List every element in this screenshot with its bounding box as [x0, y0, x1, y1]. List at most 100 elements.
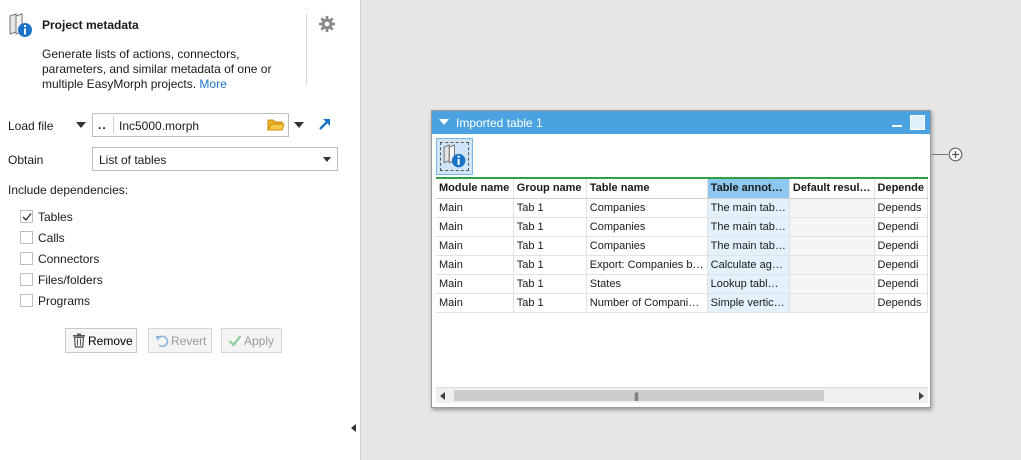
file-input-separator — [113, 116, 114, 134]
table-row[interactable]: Main Tab 1 Number of Compani… Simple ver… — [436, 293, 928, 313]
table-cell[interactable]: Main — [436, 236, 514, 256]
minimize-icon[interactable] — [890, 115, 904, 129]
add-step-plus-icon[interactable] — [948, 147, 963, 162]
table-cell[interactable] — [789, 274, 875, 294]
data-grid[interactable]: Module name Group name Table name Table … — [436, 179, 928, 387]
checkbox-box[interactable] — [20, 294, 33, 307]
table-cell[interactable]: The main tab… — [707, 217, 790, 237]
table-cell[interactable]: Dependi — [874, 217, 928, 237]
table-cell[interactable]: Tab 1 — [513, 293, 587, 313]
go-to-file-arrow-icon[interactable] — [318, 117, 332, 131]
column-header-selected[interactable]: Table annot… — [707, 179, 790, 199]
file-name-value[interactable]: Inc5000.morph — [119, 119, 199, 133]
checkbox-label: Programs — [38, 294, 91, 308]
table-cell[interactable]: Calculate ag… — [707, 255, 790, 275]
more-link[interactable]: More — [199, 77, 226, 91]
remove-button-label: Remove — [88, 334, 133, 348]
checkbox-box[interactable] — [20, 252, 33, 265]
include-dependencies-label: Include dependencies: — [8, 183, 129, 197]
table-cell[interactable]: Dependi — [874, 274, 928, 294]
checkmark-icon — [22, 213, 32, 222]
gear-icon[interactable] — [318, 15, 336, 33]
column-header[interactable]: Depende — [874, 179, 928, 199]
column-header[interactable]: Default resul… — [789, 179, 875, 199]
scrollbar-thumb[interactable]: ||| — [454, 390, 824, 401]
collapse-caret-icon[interactable] — [439, 119, 449, 125]
load-file-input[interactable]: .. Inc5000.morph — [92, 113, 289, 137]
checkbox-box[interactable] — [20, 210, 33, 223]
revert-button-label: Revert — [171, 334, 207, 348]
table-row[interactable]: Main Tab 1 Export: Companies b… Calculat… — [436, 255, 928, 275]
table-cell[interactable]: Dependi — [874, 236, 928, 256]
obtain-selected-value: List of tables — [99, 153, 167, 167]
table-cell[interactable]: Tab 1 — [513, 217, 587, 237]
table-cell[interactable]: Main — [436, 274, 514, 294]
table-cell[interactable]: Main — [436, 217, 514, 237]
scroll-left-arrow-icon[interactable] — [440, 392, 445, 400]
table-cell[interactable]: Simple vertic… — [707, 293, 790, 313]
checkbox-box[interactable] — [20, 231, 33, 244]
load-file-mode-dropdown-icon[interactable] — [76, 122, 86, 128]
action-settings-panel: Project metadata Generate lists of actio… — [0, 0, 361, 460]
obtain-select[interactable]: List of tables — [92, 147, 338, 171]
table-cell[interactable]: Companies — [586, 217, 708, 237]
revert-button[interactable]: Revert — [148, 328, 212, 353]
project-metadata-icon — [443, 144, 466, 168]
table-cell[interactable] — [789, 236, 875, 256]
table-cell[interactable] — [789, 293, 875, 313]
table-cell[interactable]: Tab 1 — [513, 198, 587, 218]
project-metadata-step-icon[interactable] — [436, 138, 473, 175]
table-cell[interactable]: Main — [436, 255, 514, 275]
table-cell[interactable] — [789, 198, 875, 218]
checkbox-label: Calls — [38, 231, 65, 245]
scroll-right-arrow-icon[interactable] — [919, 392, 924, 400]
table-cell[interactable]: Export: Companies b… — [586, 255, 708, 275]
result-table: Module name Group name Table name Table … — [436, 179, 928, 313]
table-cell[interactable]: Tab 1 — [513, 236, 587, 256]
table-cell[interactable] — [789, 255, 875, 275]
checkmark-icon — [228, 335, 242, 347]
panel-title: Project metadata — [42, 18, 139, 32]
column-header[interactable]: Table name — [586, 179, 708, 199]
table-cell[interactable]: Lookup tabl… — [707, 274, 790, 294]
table-row[interactable]: Main Tab 1 Companies The main tab… Depen… — [436, 217, 928, 237]
checkbox-box[interactable] — [20, 273, 33, 286]
table-cell[interactable] — [789, 217, 875, 237]
table-cell[interactable]: Tab 1 — [513, 255, 587, 275]
column-header[interactable]: Module name — [436, 179, 514, 199]
table-cell[interactable]: Companies — [586, 236, 708, 256]
table-cell[interactable]: States — [586, 274, 708, 294]
column-header[interactable]: Group name — [513, 179, 587, 199]
table-window-titlebar[interactable]: Imported table 1 — [432, 111, 930, 134]
remove-button[interactable]: Remove — [65, 328, 137, 353]
maximize-icon[interactable] — [910, 115, 925, 130]
apply-button[interactable]: Apply — [221, 328, 282, 353]
table-cell[interactable]: Main — [436, 198, 514, 218]
collapse-panel-arrow-icon[interactable] — [351, 424, 356, 432]
folder-open-icon[interactable] — [267, 117, 285, 133]
table-cell[interactable]: Dependi — [874, 255, 928, 275]
table-row[interactable]: Main Tab 1 States Lookup tabl… Dependi — [436, 274, 928, 294]
table-cell[interactable]: Tab 1 — [513, 274, 587, 294]
table-row[interactable]: Main Tab 1 Companies The main tab… Depen… — [436, 236, 928, 256]
imported-table-window[interactable]: Imported table 1 Module name Group name … — [431, 110, 931, 408]
load-file-options-dropdown-icon[interactable] — [294, 122, 304, 128]
table-cell[interactable]: Depends — [874, 293, 928, 313]
horizontal-scrollbar[interactable]: ||| — [436, 387, 928, 403]
table-cell[interactable]: Companies — [586, 198, 708, 218]
obtain-label: Obtain — [8, 153, 44, 167]
path-mode-indicator[interactable]: .. — [98, 118, 107, 132]
step-selection-frame — [440, 142, 469, 171]
scrollbar-grip: ||| — [634, 391, 639, 401]
undo-icon — [155, 335, 169, 348]
table-cell[interactable]: The main tab… — [707, 236, 790, 256]
output-connector-line — [932, 154, 948, 155]
table-cell[interactable]: Depends — [874, 198, 928, 218]
apply-button-label: Apply — [244, 334, 275, 348]
table-cell[interactable]: Number of Compani… — [586, 293, 708, 313]
table-row[interactable]: Main Tab 1 Companies The main tab… Depen… — [436, 198, 928, 218]
description-text: Generate lists of actions, connectors, p… — [42, 47, 272, 91]
table-cell[interactable]: Main — [436, 293, 514, 313]
table-cell[interactable]: The main tab… — [707, 198, 790, 218]
checkbox-label: Tables — [38, 210, 73, 224]
